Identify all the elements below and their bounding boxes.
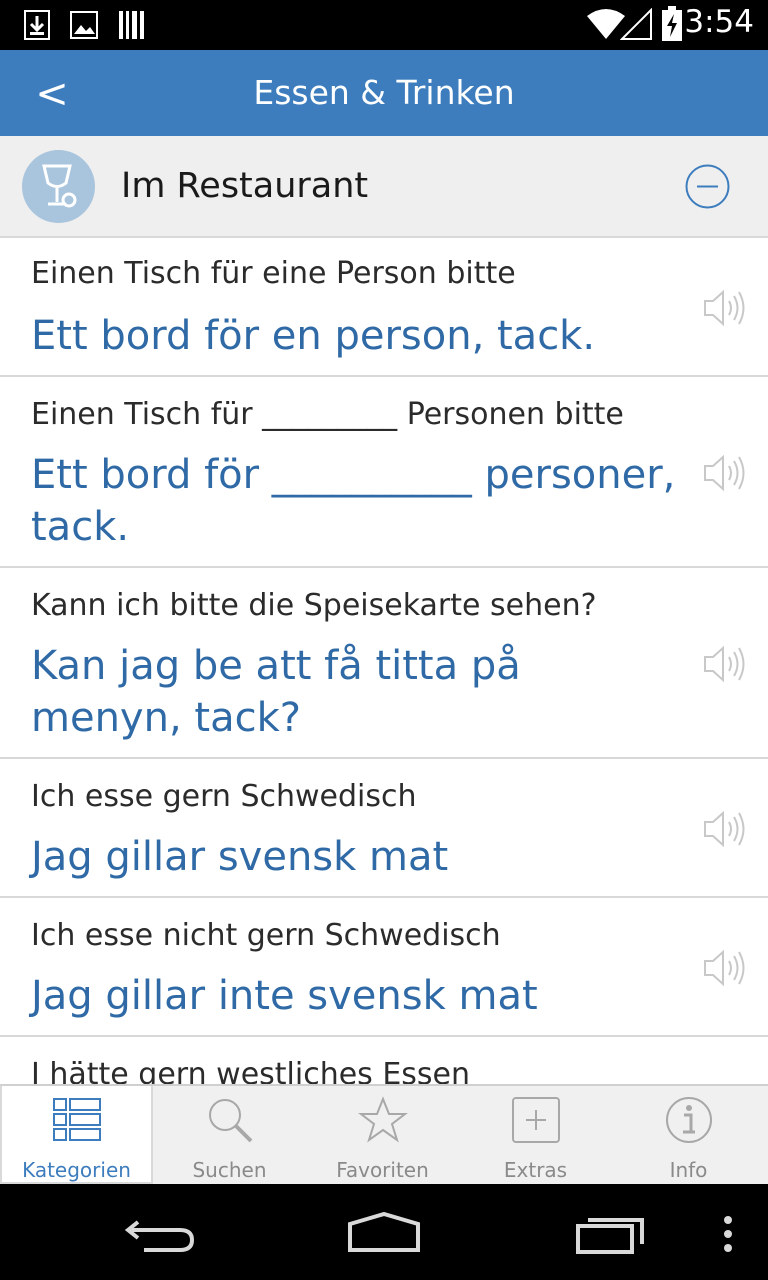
barcode-icon — [118, 10, 146, 44]
phrase-row[interactable]: I hätte gern westliches Essen — [0, 1037, 768, 1084]
plus-box-icon — [511, 1097, 560, 1143]
tab-suchen[interactable]: Suchen — [153, 1086, 306, 1184]
recents-icon[interactable] — [574, 1216, 646, 1258]
tab-label: Suchen — [192, 1158, 267, 1182]
tab-extras[interactable]: Extras — [459, 1086, 612, 1184]
navigation-bar — [0, 1184, 768, 1280]
phrase-row[interactable]: Einen Tisch für eine Person bitte Ett bo… — [0, 238, 768, 377]
speaker-icon[interactable] — [703, 288, 747, 328]
swedish-phrase: Ett bord för __________ personer, tack. — [31, 452, 676, 550]
speaker-icon[interactable] — [703, 644, 747, 684]
tab-label: Kategorien — [22, 1158, 131, 1182]
action-bar: < Essen & Trinken — [0, 50, 768, 136]
image-icon — [70, 10, 98, 44]
phrase-row[interactable]: Kann ich bitte die Speisekarte sehen? Ka… — [0, 568, 768, 759]
star-icon — [357, 1096, 408, 1143]
tab-label: Extras — [503, 1158, 568, 1182]
battery-charging-icon — [661, 6, 683, 46]
category-header[interactable]: Im Restaurant — [0, 136, 768, 238]
search-icon — [208, 1099, 252, 1143]
wine-glass-icon — [22, 150, 95, 223]
tab-label: Info — [669, 1158, 708, 1182]
page-title: Essen & Trinken — [253, 73, 515, 112]
download-icon — [24, 10, 50, 44]
signal-icon — [619, 7, 652, 44]
tab-info[interactable]: Info — [612, 1086, 765, 1184]
tab-label: Favoriten — [336, 1158, 429, 1182]
german-phrase: Ich esse gern Schwedisch — [31, 779, 417, 814]
info-icon — [665, 1097, 712, 1143]
status-bar: 3:54 — [0, 0, 768, 50]
swedish-phrase: Jag gillar svensk mat — [31, 834, 449, 880]
german-phrase: Einen Tisch für eine Person bitte — [31, 256, 516, 291]
german-phrase: Ich esse nicht gern Schwedisch — [31, 918, 501, 953]
tab-bar: Kategorien Suchen Favoriten Extras Info — [0, 1084, 768, 1184]
speaker-icon[interactable] — [703, 809, 747, 849]
swedish-phrase: Kan jag be att få titta på menyn, tack? — [31, 643, 521, 741]
phrase-row[interactable]: Einen Tisch für _________ Personen bitte… — [0, 377, 768, 568]
phrase-list[interactable]: Einen Tisch für eine Person bitte Ett bo… — [0, 238, 768, 1084]
speaker-icon[interactable] — [703, 453, 747, 493]
home-icon[interactable] — [346, 1211, 422, 1258]
back-icon[interactable] — [124, 1214, 196, 1258]
german-phrase: Kann ich bitte die Speisekarte sehen? — [31, 588, 597, 623]
minus-circle-icon[interactable] — [685, 164, 730, 209]
category-title: Im Restaurant — [121, 166, 369, 206]
swedish-phrase: Ett bord för en person, tack. — [31, 313, 596, 359]
phrase-row[interactable]: Ich esse nicht gern Schwedisch Jag gilla… — [0, 898, 768, 1037]
phrase-row[interactable]: Ich esse gern Schwedisch Jag gillar sven… — [0, 759, 768, 898]
list-icon — [52, 1098, 101, 1141]
german-phrase: I hätte gern westliches Essen — [31, 1057, 471, 1084]
german-phrase: Einen Tisch für _________ Personen bitte — [31, 397, 624, 432]
clock: 3:54 — [684, 4, 754, 40]
tab-favoriten[interactable]: Favoriten — [306, 1086, 459, 1184]
overflow-menu-icon[interactable] — [722, 1216, 734, 1256]
speaker-icon[interactable] — [703, 948, 747, 988]
tab-kategorien[interactable]: Kategorien — [0, 1086, 153, 1184]
swedish-phrase: Jag gillar inte svensk mat — [31, 973, 538, 1019]
